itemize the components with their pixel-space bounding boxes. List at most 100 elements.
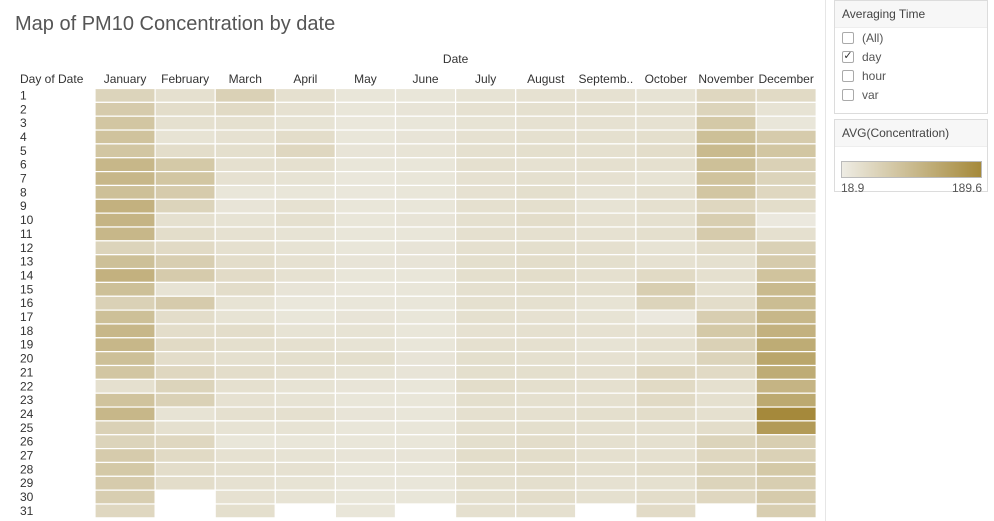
heatmap-cell[interactable] (695, 171, 757, 187)
heatmap-cell[interactable] (635, 392, 697, 408)
heatmap-cell[interactable] (334, 115, 397, 131)
heatmap-cell[interactable] (394, 461, 457, 477)
heatmap-cell[interactable] (755, 267, 817, 283)
heatmap-cell[interactable] (695, 378, 757, 394)
heatmap-cell[interactable] (755, 101, 817, 117)
heatmap-cell[interactable] (755, 198, 817, 214)
heatmap-cell[interactable] (515, 115, 577, 131)
heatmap-chart[interactable]: Date Day of Date January February March April… (0, 0, 822, 521)
heatmap-cell[interactable] (575, 378, 637, 394)
heatmap-cell[interactable] (394, 378, 457, 394)
heatmap-cell[interactable] (455, 309, 517, 325)
heatmap-cell[interactable] (214, 295, 276, 311)
heatmap-cell[interactable] (755, 115, 817, 131)
heatmap-cell[interactable] (154, 489, 216, 505)
heatmap-cell[interactable] (334, 226, 397, 242)
heatmap-cell[interactable] (575, 281, 637, 297)
heatmap-cell[interactable] (274, 171, 336, 187)
heatmap-cell[interactable] (274, 351, 336, 367)
heatmap-cell[interactable] (575, 489, 637, 505)
heatmap-cell[interactable] (695, 364, 757, 380)
heatmap-cell[interactable] (755, 406, 817, 422)
heatmap-cell[interactable] (755, 489, 817, 505)
heatmap-cell[interactable] (334, 337, 397, 353)
heatmap-cell[interactable] (214, 129, 276, 145)
heatmap-cell[interactable] (575, 212, 637, 228)
heatmap-cell[interactable] (635, 143, 697, 159)
heatmap-cell[interactable] (214, 254, 276, 270)
heatmap-cell[interactable] (575, 323, 637, 339)
heatmap-cell[interactable] (334, 295, 397, 311)
heatmap-cell[interactable] (154, 364, 216, 380)
heatmap-cell[interactable] (394, 364, 457, 380)
heatmap-cell[interactable] (154, 406, 216, 422)
heatmap-cell[interactable] (455, 420, 517, 436)
heatmap-cell[interactable] (274, 184, 336, 200)
heatmap-cell[interactable] (755, 378, 817, 394)
heatmap-cell[interactable] (154, 448, 216, 464)
heatmap-cell[interactable] (94, 115, 156, 131)
heatmap-cell[interactable] (695, 434, 757, 450)
heatmap-cell[interactable] (394, 171, 457, 187)
heatmap-cell[interactable] (94, 184, 156, 200)
checkbox-checked-icon[interactable]: ✓ (842, 50, 854, 63)
heatmap-cell[interactable] (515, 434, 577, 450)
heatmap-cell[interactable] (695, 489, 757, 505)
heatmap-cell[interactable] (154, 129, 216, 145)
heatmap-cell[interactable] (515, 129, 577, 145)
heatmap-cell[interactable] (635, 420, 697, 436)
heatmap-cell[interactable] (214, 212, 276, 228)
heatmap-cell[interactable] (94, 392, 156, 408)
heatmap-cell[interactable] (455, 212, 517, 228)
heatmap-cell[interactable] (334, 101, 397, 117)
heatmap-cell[interactable] (154, 184, 216, 200)
heatmap-cell[interactable] (154, 254, 216, 270)
heatmap-cell[interactable] (94, 364, 156, 380)
heatmap-cell[interactable] (94, 378, 156, 394)
heatmap-cell[interactable] (334, 212, 397, 228)
heatmap-cell[interactable] (635, 101, 697, 117)
heatmap-cell[interactable] (635, 475, 697, 491)
heatmap-cell[interactable] (334, 351, 397, 367)
heatmap-cell[interactable] (274, 115, 336, 131)
heatmap-cell[interactable] (154, 309, 216, 325)
heatmap-cell[interactable] (575, 406, 637, 422)
heatmap-cell[interactable] (334, 461, 397, 477)
heatmap-cell[interactable] (755, 157, 817, 173)
heatmap-cell[interactable] (214, 420, 276, 436)
heatmap-cell[interactable] (635, 448, 697, 464)
heatmap-cell[interactable] (394, 420, 457, 436)
heatmap-cell[interactable] (334, 475, 397, 491)
heatmap-cell[interactable] (394, 337, 457, 353)
heatmap-cell[interactable] (394, 295, 457, 311)
filter-option-day[interactable]: ✓ day (835, 47, 987, 66)
heatmap-cell[interactable] (94, 143, 156, 159)
heatmap-cell[interactable] (94, 267, 156, 283)
heatmap-cell[interactable] (214, 378, 276, 394)
heatmap-cell[interactable] (94, 101, 156, 117)
heatmap-cell[interactable] (515, 448, 577, 464)
heatmap-cell[interactable] (394, 226, 457, 242)
heatmap-cell[interactable] (94, 337, 156, 353)
heatmap-cell[interactable] (455, 406, 517, 422)
heatmap-cell[interactable] (635, 267, 697, 283)
heatmap-cell[interactable] (214, 309, 276, 325)
heatmap-cell[interactable] (635, 129, 697, 145)
heatmap-cell[interactable] (695, 392, 757, 408)
heatmap-cell[interactable] (695, 157, 757, 173)
heatmap-cell[interactable] (575, 115, 637, 131)
heatmap-cell[interactable] (755, 337, 817, 353)
heatmap-cell[interactable] (575, 240, 637, 256)
heatmap-cell[interactable] (695, 254, 757, 270)
heatmap-cell[interactable] (755, 281, 817, 297)
heatmap-cell[interactable] (755, 323, 817, 339)
heatmap-cell[interactable] (635, 87, 697, 103)
heatmap-cell[interactable] (755, 171, 817, 187)
heatmap-cell[interactable] (635, 378, 697, 394)
heatmap-cell[interactable] (214, 392, 276, 408)
heatmap-cell[interactable] (334, 87, 397, 103)
heatmap-cell[interactable] (515, 212, 577, 228)
heatmap-cell[interactable] (575, 461, 637, 477)
heatmap-cell[interactable] (455, 101, 517, 117)
heatmap-cell[interactable] (515, 198, 577, 214)
